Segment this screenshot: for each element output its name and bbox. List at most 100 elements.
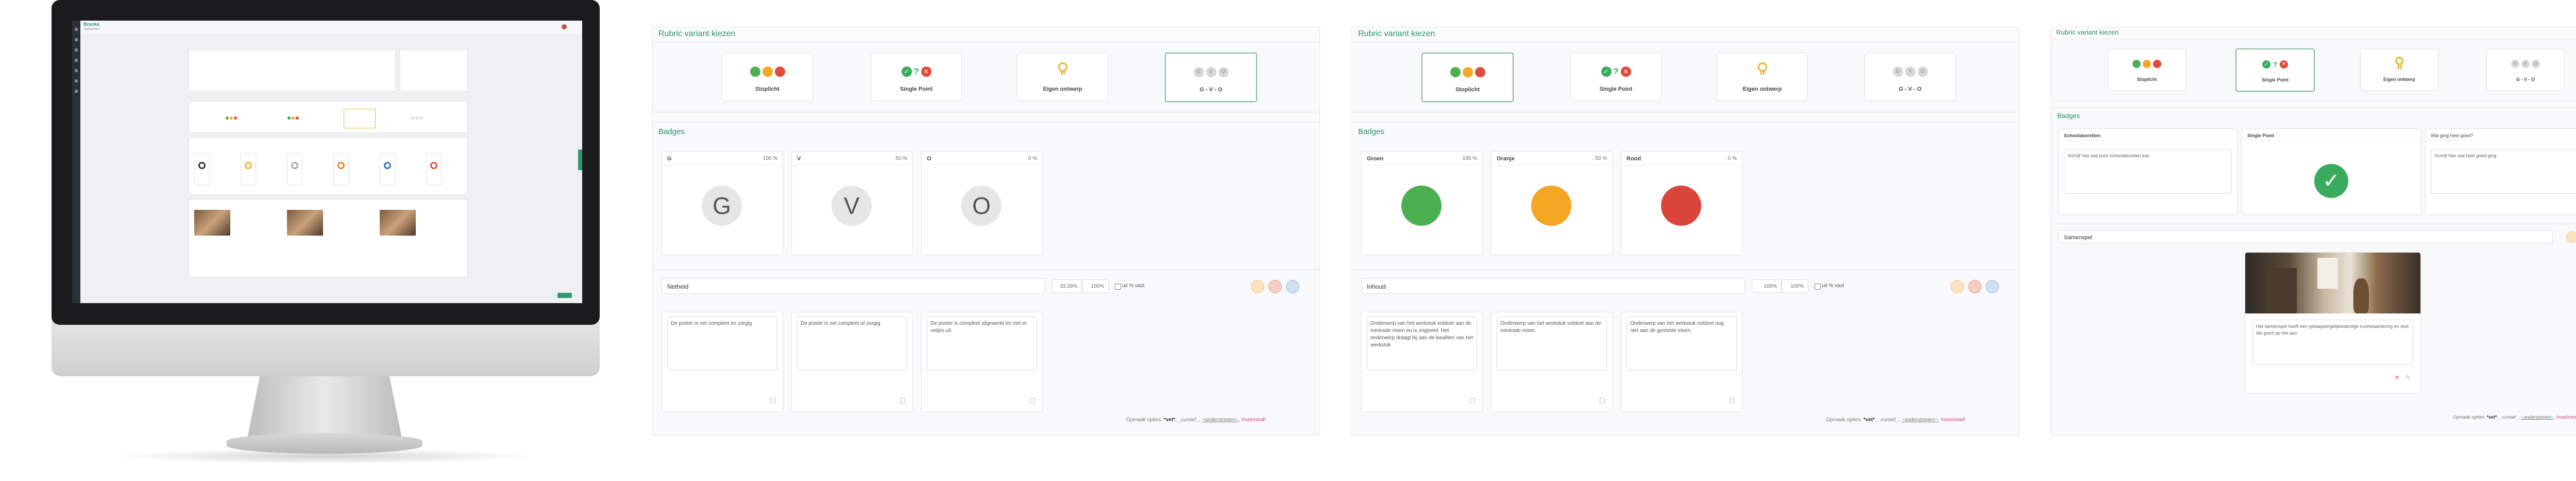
mini-avatar[interactable]	[562, 24, 567, 29]
hint-italic: _cursief_	[1877, 417, 1899, 423]
color-option-button[interactable]	[2566, 231, 2576, 243]
hint-italic: _cursief_	[1178, 417, 1199, 423]
color-option-button[interactable]	[1286, 280, 1299, 293]
variant-label: Single Point	[900, 86, 933, 92]
mini-nav-icon[interactable]	[75, 69, 78, 72]
imac-foot	[227, 433, 422, 454]
variant-gvo[interactable]: GVO G - V - O	[1865, 53, 1956, 101]
color-option-button[interactable]	[1968, 280, 1981, 293]
variant-label: G - V - O	[2516, 77, 2535, 82]
color-option-button[interactable]	[1251, 280, 1264, 293]
imac-mockup: Brucka Opdrachten	[52, 0, 603, 464]
badge-name: Rood	[1626, 156, 1641, 162]
hint-pink: !roze/rood!	[1940, 417, 1965, 423]
resize-icon[interactable]	[1470, 398, 1475, 403]
description-card: De poster is net compleet of zorgig	[791, 312, 913, 412]
badges-title: Badges	[1358, 127, 1384, 136]
delete-icon[interactable]: ✕	[2395, 374, 2399, 381]
badge-card[interactable]: O 0 % O	[921, 151, 1043, 255]
criterion-weight-input[interactable]: 100%	[1752, 279, 1782, 293]
criterion-max-input[interactable]: 100%	[1082, 279, 1109, 293]
hint-underline: ~onderstrepen~	[2521, 414, 2554, 420]
rubric-variant-title: Rubric variant kiezen	[1358, 29, 1435, 38]
criterion-name-input[interactable]: Inhoud	[1361, 278, 1745, 294]
variant-label: Eigen ontwerp	[2383, 77, 2415, 82]
criterion-max-input[interactable]: 100%	[1782, 279, 1808, 293]
badge-card[interactable]: Oranje 50 %	[1491, 151, 1613, 255]
fixed-percent-checkbox[interactable]	[1115, 284, 1121, 290]
traffic-light-icon	[722, 67, 812, 79]
resize-icon[interactable]	[1030, 398, 1035, 403]
criterion-name-input[interactable]: Samenspel	[2058, 230, 2553, 244]
variant-label: G - V - O	[1899, 86, 1922, 92]
traffic-light-icon	[2108, 59, 2185, 72]
criterion-weight-input[interactable]: 33,33%	[1052, 279, 1082, 293]
variant-single-point[interactable]: ✓? ✕ Single Point	[1570, 53, 1662, 101]
description-textarea[interactable]: Onderwerp van het werkstuk voldoet aan d…	[1367, 317, 1477, 370]
single-point-column: Wat ging heel goed? Schrijf hier wat hee…	[2425, 128, 2576, 215]
description-textarea[interactable]: De poster is net compleet en zorgig	[667, 317, 777, 370]
column-textarea[interactable]: Schrijf hier wat kunt schoolaboreten kan	[2064, 150, 2232, 194]
description-textarea[interactable]: De poster is compleet afgewerkt en niet …	[927, 317, 1037, 370]
fixed-percent-checkbox[interactable]	[1815, 284, 1821, 290]
badge-percent: 0 %	[1028, 156, 1037, 161]
resize-icon[interactable]	[1730, 398, 1735, 403]
check-badge-icon: ✓	[2314, 164, 2348, 198]
color-option-button[interactable]	[1268, 280, 1282, 293]
badge-percent: 50 %	[1595, 156, 1607, 161]
badge-percent: 100 %	[762, 156, 777, 161]
mini-feedback-tab[interactable]	[578, 150, 582, 170]
gvo-icon: GVO	[1865, 67, 1955, 79]
variant-gvo[interactable]: GVO G - V - O	[2486, 48, 2565, 91]
column-textarea[interactable]: Schrijf hier wat heel goed ging	[2431, 150, 2576, 194]
color-option-button[interactable]	[1986, 280, 1999, 293]
medal-icon	[1717, 62, 1807, 75]
edit-icon[interactable]: ✎	[2406, 374, 2411, 381]
mini-nav-icon[interactable]	[75, 59, 78, 62]
badges-section: Badges Schoolaboretten Schrijf hier wat …	[2051, 107, 2576, 436]
mini-nav-icon[interactable]	[75, 79, 78, 82]
fixed-percent-label: uit % vast	[1122, 283, 1145, 289]
badge-percent: 0 %	[1727, 156, 1737, 161]
rubric-variant-title: Rubric variant kiezen	[658, 29, 736, 38]
mini-nav-icon[interactable]	[75, 28, 78, 31]
mini-card-description	[189, 49, 396, 92]
resize-icon[interactable]	[1600, 398, 1605, 403]
mini-nav-icon[interactable]	[75, 48, 78, 52]
variant-section: Stoplicht ✓? ✕ Single Point Eigen ontwerp…	[2051, 39, 2576, 102]
description-textarea[interactable]: Onderwerp van het werkstuk voldoet nog n…	[1626, 317, 1737, 370]
gvo-icon: GVO	[1166, 67, 1256, 79]
variant-single-point[interactable]: ✓? ✕ Single Point	[2235, 48, 2315, 92]
resize-icon[interactable]	[900, 398, 905, 403]
variant-eigen-ontwerp[interactable]: Eigen ontwerp	[1717, 53, 1808, 101]
variant-eigen-ontwerp[interactable]: Eigen ontwerp	[2360, 48, 2438, 91]
description-textarea[interactable]: Onderwerp van het werkstuk voldoet aan d…	[1497, 317, 1607, 370]
mini-nav-icon[interactable]	[75, 90, 78, 93]
mini-topbar: Brucka Opdrachten	[80, 21, 582, 35]
mini-main	[80, 34, 582, 303]
mini-card-settings	[400, 49, 468, 92]
description-textarea[interactable]: De poster is net compleet of zorgig	[797, 317, 907, 370]
mini-save-button[interactable]	[557, 293, 572, 298]
badge-card[interactable]: Groen 100 %	[1361, 151, 1483, 255]
single-point-icon: ✓? ✕	[871, 67, 961, 79]
badge-percent: 100 %	[1462, 156, 1477, 161]
mini-nav-icon[interactable]	[75, 38, 78, 41]
badge-card[interactable]: Rood 0 %	[1621, 151, 1742, 255]
badge-card[interactable]: V 50 % V	[791, 151, 913, 255]
criterion-name-input[interactable]: Netheid	[662, 278, 1045, 294]
variant-single-point[interactable]: ✓? ✕ Single Point	[871, 53, 962, 101]
format-hint: Opmaak opties: *vet*, _cursief_, ~onders…	[1826, 417, 1965, 423]
description-card: De poster is compleet afgewerkt en niet …	[921, 312, 1043, 412]
color-option-button[interactable]	[1951, 280, 1964, 293]
variant-stoplicht[interactable]: Stoplicht	[2108, 48, 2186, 91]
hint-pink: !roze/rood!	[1241, 417, 1266, 423]
badge-card[interactable]: G 100 % G	[662, 151, 783, 255]
medal-icon	[2361, 56, 2438, 69]
variant-eigen-ontwerp[interactable]: Eigen ontwerp	[1017, 53, 1108, 101]
variant-gvo[interactable]: GVO G - V - O	[1165, 53, 1257, 102]
resize-icon[interactable]	[770, 398, 775, 403]
example-textarea[interactable]: Het samenspel heeft een gelaagde/gelijkw…	[2252, 320, 2413, 365]
variant-stoplicht[interactable]: Stoplicht	[722, 53, 813, 101]
variant-stoplicht[interactable]: Stoplicht	[1421, 53, 1514, 102]
